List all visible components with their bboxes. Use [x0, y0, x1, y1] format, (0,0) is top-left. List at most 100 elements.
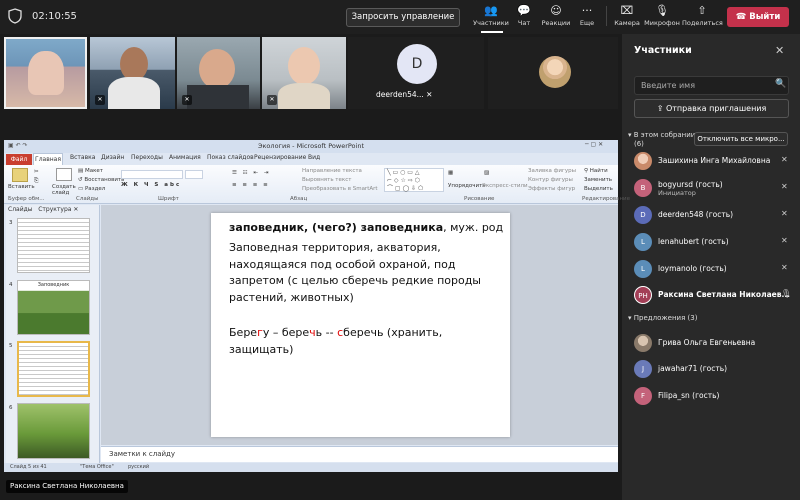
participant-row[interactable]: B bogyursd (гость) Инициатор ✕ — [634, 179, 794, 201]
camera-off-icon: ⌧ — [620, 4, 634, 17]
participant-row[interactable]: L loymanolo (гость) ✕ — [634, 260, 794, 282]
tab-design[interactable]: Дизайн — [101, 154, 124, 161]
share-icon: ⇧ — [697, 4, 707, 17]
send-invite-button[interactable]: ⇪ Отправка приглашения — [634, 99, 789, 118]
new-slide-button[interactable]: Создать слайд — [52, 184, 78, 196]
slide-thumbnail[interactable]: Заповедник — [17, 280, 90, 335]
shape-effects-button[interactable]: Эффекты фигур — [528, 186, 575, 192]
mute-all-button[interactable]: Отключить все микро... — [694, 132, 788, 146]
quick-access-toolbar[interactable]: ▣ ↶ ↷ — [8, 142, 28, 149]
mic-off-icon: ✕ — [95, 95, 105, 105]
clipboard-group-label: Буфер обм... — [8, 196, 45, 202]
paste-icon — [12, 168, 28, 182]
close-icon[interactable]: ✕ — [73, 206, 78, 213]
tab-animation[interactable]: Анимация — [169, 154, 201, 161]
participant-row[interactable]: PH Раксина Светлана Николаев... 🎙 — [634, 286, 794, 308]
video-tile-2[interactable]: ✕ — [90, 37, 175, 109]
quick-styles-button[interactable]: Экспресс-стили — [482, 183, 528, 189]
more-button[interactable]: ··· Еще — [575, 3, 599, 31]
avatar: PH — [634, 286, 652, 304]
mic-off-icon: ✕ — [781, 236, 788, 245]
leave-button[interactable]: ☎ Выйти — [727, 7, 789, 27]
slide-thumbnail[interactable] — [17, 403, 90, 459]
participant-row[interactable]: Зашихина Инга Михайловна ✕ — [634, 152, 794, 174]
window-controls[interactable]: ─ ▢ ✕ — [585, 141, 603, 148]
participants-button[interactable]: 👥 Участники — [472, 3, 510, 31]
tab-home[interactable]: Главная — [33, 153, 63, 165]
smartart-button[interactable]: Преобразовать в SmartArt — [302, 186, 378, 192]
layout-button[interactable]: ▤ Макет — [78, 168, 103, 174]
participant-row[interactable]: L lenahubert (гость) ✕ — [634, 233, 794, 255]
tab-outline[interactable]: Структура — [38, 206, 71, 213]
tab-file[interactable]: Файл — [6, 154, 32, 165]
slide-thumbnail[interactable] — [17, 218, 90, 273]
shape-fill-button[interactable]: Заливка фигуры — [528, 168, 576, 174]
tab-insert[interactable]: Вставка — [70, 154, 95, 161]
font-size-select[interactable] — [185, 170, 203, 179]
align-text-button[interactable]: Выровнять текст — [302, 177, 351, 183]
suggested-row[interactable]: J jawahar71 (гость) — [634, 360, 794, 382]
person-shape — [199, 49, 235, 89]
editing-group-label: Редактирование — [582, 196, 630, 202]
paste-button[interactable]: Вставить — [8, 184, 35, 190]
text-direction-button[interactable]: Направление текста — [302, 168, 362, 174]
ppt-status-bar: Слайд 5 из 41 "Тема Office" русский — [4, 463, 618, 472]
list-buttons[interactable]: ☰ ☷ ⇤ ⇥ — [232, 170, 270, 176]
participant-search-input[interactable]: Введите имя — [634, 76, 789, 95]
close-icon[interactable]: ✕ — [775, 44, 784, 57]
pane-tabs[interactable]: Слайды Структура ✕ — [8, 206, 78, 213]
cut-icon[interactable]: ✂ — [34, 169, 39, 175]
slide-thumbnail-selected[interactable] — [17, 341, 90, 397]
video-tile-3[interactable]: ✕ — [177, 37, 260, 109]
mic-off-icon: ✕ — [781, 182, 788, 191]
mic-off-icon: ✕ — [267, 95, 277, 105]
thumb-title: Заповедник — [37, 282, 70, 288]
tab-review[interactable]: Рецензирование — [254, 154, 306, 161]
section-button[interactable]: ▭ Раздел — [78, 186, 105, 192]
video-tile-self[interactable] — [4, 37, 87, 109]
save-icon: ▣ — [8, 142, 14, 149]
tab-slideshow[interactable]: Показ слайдов — [207, 154, 254, 161]
shape-outline-button[interactable]: Контур фигуры — [528, 177, 573, 183]
slide-definition: Заповедная территория, акватория, находя… — [229, 241, 481, 304]
arrange-button[interactable]: Упорядочить — [448, 183, 486, 189]
reactions-button[interactable]: ☺ Реакции — [539, 3, 573, 31]
video-tile-4[interactable]: ✕ — [262, 37, 346, 109]
font-name-select[interactable] — [121, 170, 183, 179]
suggestions-section[interactable]: ▾ Предложения (3) — [628, 314, 697, 322]
person-shape — [108, 77, 160, 109]
request-control-button[interactable]: Запросить управление — [346, 8, 460, 27]
quick-styles-icon: ▨ — [484, 170, 490, 176]
suggested-row[interactable]: F Filipa_sn (гость) — [634, 387, 794, 409]
reset-button[interactable]: ↺ Восстановить — [78, 177, 124, 183]
shapes-gallery[interactable]: ╲ ▭ ○ ▭ △ ⌐ ◇ ☆ ⇨ ⬡ ⌒ ▢ ◯ ⇩ ⬠ — [384, 168, 444, 192]
suggested-row[interactable]: Грива Ольга Евгеньевна — [634, 334, 794, 356]
chat-button[interactable]: 💬 Чат — [511, 3, 537, 31]
share-button[interactable]: ⇧ Поделиться — [682, 3, 723, 31]
find-button[interactable]: ⚲ Найти — [584, 168, 608, 174]
participant-name-label: deerden54... ✕ — [376, 90, 433, 99]
avatar: F — [634, 387, 652, 405]
reaction-icon: ☺ — [550, 4, 562, 17]
avatar: D — [397, 44, 437, 84]
avatar: L — [634, 260, 652, 278]
mic-off-icon: ✕ — [182, 95, 192, 105]
camera-button[interactable]: ⌧ Камера — [613, 3, 641, 31]
tab-view[interactable]: Вид — [308, 154, 320, 161]
select-button[interactable]: Выделить — [584, 186, 613, 192]
in-meeting-section[interactable]: ▾ В этом собрании — [628, 131, 695, 139]
tab-transitions[interactable]: Переходы — [131, 154, 163, 161]
copy-icon[interactable]: ⎘ — [34, 178, 38, 185]
slide-notes[interactable]: Заметки к слайду — [101, 446, 618, 462]
microphone-button[interactable]: 🎙 Микрофон — [643, 3, 681, 31]
active-tab-indicator — [481, 31, 503, 33]
mic-off-icon: ✕ — [426, 90, 433, 99]
align-buttons[interactable]: ≡ ≡ ≡ ≡ — [232, 182, 270, 188]
tab-slides[interactable]: Слайды — [8, 206, 33, 213]
avatar — [539, 56, 571, 88]
people-icon: 👥 — [484, 4, 498, 17]
font-style-buttons[interactable]: Ж К Ч S abc — [121, 182, 181, 188]
replace-button[interactable]: Заменить — [584, 177, 612, 183]
slide-counter: Слайд 5 из 41 — [10, 464, 47, 470]
participant-row[interactable]: D deerden548 (гость) ✕ — [634, 206, 794, 228]
